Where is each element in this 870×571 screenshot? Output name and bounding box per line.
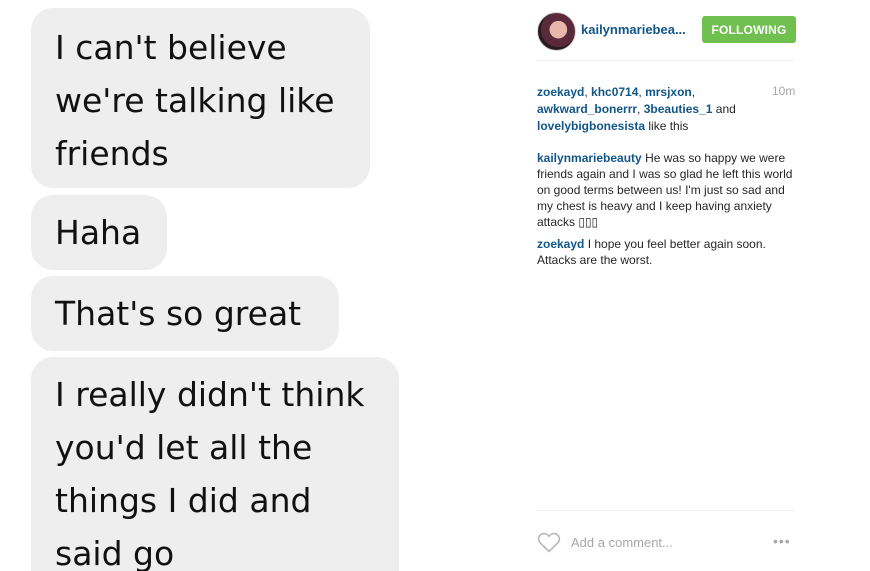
like-user-link[interactable]: zoekayd — [537, 85, 584, 99]
message-line: you'd let all the — [55, 428, 313, 467]
like-user-link[interactable]: lovelybigbonesista — [537, 119, 645, 133]
message-bubble: Haha — [31, 195, 167, 270]
comment-author[interactable]: zoekayd — [537, 237, 584, 251]
message-line: I can't believe — [55, 28, 287, 67]
post-username[interactable]: kailynmariebea... — [581, 22, 686, 37]
like-user-link[interactable]: awkward_bonerrr — [537, 102, 637, 116]
comment: zoekayd I hope you feel better again soo… — [537, 236, 797, 268]
message-line: That's so great — [55, 294, 302, 333]
like-user-link[interactable]: 3beauties_1 — [644, 102, 713, 116]
like-user-link[interactable]: mrsjxon — [645, 85, 692, 99]
message-line: we're talking like — [55, 81, 335, 120]
comment-author[interactable]: kailynmariebeauty — [537, 151, 642, 165]
message-line: said go — [55, 534, 175, 571]
heart-icon[interactable] — [537, 531, 561, 553]
message-screenshot: I can't believe we're talking like frien… — [0, 0, 520, 571]
message-bubble: I really didn't think you'd let all the … — [31, 357, 399, 571]
like-user-link[interactable]: khc0714 — [591, 85, 638, 99]
comment: kailynmariebeauty He was so happy we wer… — [537, 150, 797, 230]
likes-summary: zoekayd, khc0714, mrsjxon, awkward_boner… — [537, 85, 736, 133]
divider — [537, 60, 795, 61]
more-options-icon[interactable]: ••• — [773, 533, 791, 549]
avatar[interactable] — [537, 12, 576, 51]
message-line: I really didn't think — [55, 375, 365, 414]
message-line: friends — [55, 134, 169, 173]
divider — [537, 510, 795, 511]
add-comment-input[interactable]: Add a comment... — [571, 535, 673, 550]
likes-and: and — [715, 102, 736, 116]
message-bubble: That's so great — [31, 276, 339, 351]
instagram-post-panel: kailynmariebea... FOLLOWING zoekayd, khc… — [520, 0, 870, 571]
message-line: things I did and — [55, 481, 312, 520]
message-line: Haha — [55, 213, 142, 252]
likes-suffix: like this — [648, 119, 689, 133]
following-button[interactable]: FOLLOWING — [702, 16, 796, 43]
post-timestamp: 10m — [772, 84, 796, 98]
message-bubble: I can't believe we're talking like frien… — [31, 8, 370, 188]
